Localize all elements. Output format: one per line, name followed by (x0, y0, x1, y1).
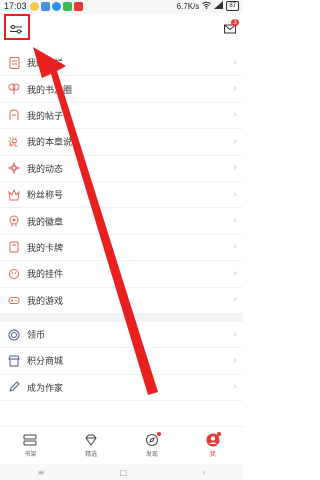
header: 3 (0, 14, 243, 46)
bookshelf-icon (23, 433, 37, 447)
message-button[interactable]: 3 (221, 19, 239, 37)
system-nav-bar: ≡ □ ‹ (0, 464, 243, 480)
chevron-right-icon: › (233, 110, 237, 121)
profile-menu: 我的专栏 › 我的书友圈 › 我的帖子 › 说 我的本章说 › 我的动态 › 粉… (0, 50, 243, 402)
chevron-right-icon: › (233, 242, 237, 253)
menu-item-label: 我的帖子 (27, 111, 64, 122)
menu-item-become-writer[interactable]: 成为作家 › (0, 375, 243, 402)
menu-item-activity[interactable]: 我的动态 › (0, 156, 243, 182)
pendant-icon (8, 268, 20, 280)
badge-icon (8, 215, 20, 227)
menu-item-label: 领币 (27, 331, 46, 342)
menu-item-fan-title[interactable]: 粉丝称号 › (0, 182, 243, 209)
card-icon (8, 241, 20, 253)
signal-icon (214, 1, 224, 11)
menu-item-label: 我的游戏 (27, 296, 64, 307)
status-bar: 17:03 6.7K/s 87 (0, 0, 243, 14)
chevron-right-icon: › (233, 57, 237, 68)
chevron-right-icon: › (233, 329, 237, 340)
bottom-tab-bar: 书架 精选 发现 我 (0, 426, 243, 464)
fan-icon (8, 188, 20, 201)
menu-item-cards[interactable]: 我的卡牌 › (0, 235, 243, 262)
chevron-right-icon: › (233, 163, 237, 174)
tab-bookshelf[interactable]: 书架 (0, 427, 61, 464)
chevron-right-icon: › (233, 216, 237, 227)
tab-me[interactable]: 我 (182, 427, 243, 464)
menu-item-label: 我的徽章 (27, 217, 64, 228)
comment-icon: 说 (8, 136, 20, 148)
game-icon (8, 294, 20, 306)
back-icon[interactable]: ‹ (202, 468, 205, 477)
menu-item-coins[interactable]: 领币 › (0, 322, 243, 349)
app-icon (63, 2, 72, 11)
chevron-right-icon: › (233, 382, 237, 393)
menu-item-posts[interactable]: 我的帖子 › (0, 103, 243, 130)
menu-item-games[interactable]: 我的游戏 › (0, 288, 243, 314)
emoji-icon (30, 2, 39, 11)
chevron-right-icon: › (233, 189, 237, 200)
coin-icon (8, 329, 20, 341)
menu-item-label: 我的专栏 (27, 59, 64, 70)
app-icon (52, 2, 61, 11)
post-icon (8, 109, 20, 121)
tab-label: 我 (209, 451, 216, 458)
tab-discover[interactable]: 发现 (122, 427, 183, 464)
circle-icon (8, 83, 20, 95)
wifi-icon (202, 1, 212, 11)
battery-indicator: 87 (226, 1, 239, 11)
chevron-right-icon: › (233, 136, 237, 147)
chevron-right-icon: › (233, 295, 237, 306)
tab-label: 书架 (24, 451, 37, 458)
chevron-right-icon: › (233, 355, 237, 366)
menu-item-badges[interactable]: 我的徽章 › (0, 208, 243, 235)
app-icon (41, 2, 50, 11)
menu-item-label: 我的书友圈 (27, 85, 73, 96)
menu-item-label: 我的挂件 (27, 270, 64, 281)
status-right: 6.7K/s 87 (177, 1, 239, 11)
menu-item-label: 成为作家 (27, 383, 64, 394)
menu-item-label: 我的本章说 (27, 138, 73, 149)
tab-label: 发现 (145, 451, 158, 458)
menu-item-column[interactable]: 我的专栏 › (0, 50, 243, 77)
tab-featured[interactable]: 精选 (61, 427, 122, 464)
menu-icon[interactable]: ≡ (38, 468, 45, 477)
notification-dot (156, 432, 161, 436)
menu-item-chapter-comments[interactable]: 说 我的本章说 › (0, 129, 243, 156)
notification-icons (30, 2, 83, 11)
svg-text:说: 说 (8, 136, 18, 148)
clock: 17:03 (4, 1, 27, 11)
column-icon (8, 56, 20, 69)
tab-label: 精选 (85, 451, 98, 458)
shop-icon (8, 355, 20, 367)
notification-dot (217, 432, 222, 436)
highlight-box (4, 14, 30, 40)
chevron-right-icon: › (233, 84, 237, 95)
menu-item-pendants[interactable]: 我的挂件 › (0, 261, 243, 288)
pen-icon (8, 381, 20, 393)
activity-icon (8, 162, 20, 175)
chevron-right-icon: › (233, 268, 237, 279)
menu-item-label: 积分商城 (27, 357, 64, 368)
message-badge: 3 (231, 19, 239, 26)
network-speed: 6.7K/s (176, 1, 200, 11)
app-icon (74, 2, 83, 11)
home-icon[interactable]: □ (119, 468, 127, 477)
section-divider (0, 313, 243, 322)
menu-item-label: 我的动态 (27, 164, 64, 175)
menu-item-label: 粉丝称号 (27, 191, 64, 202)
menu-item-circle[interactable]: 我的书友圈 › (0, 76, 243, 103)
diamond-icon (84, 433, 98, 447)
menu-item-label: 我的卡牌 (27, 243, 64, 254)
menu-item-points-mall[interactable]: 积分商城 › (0, 348, 243, 375)
